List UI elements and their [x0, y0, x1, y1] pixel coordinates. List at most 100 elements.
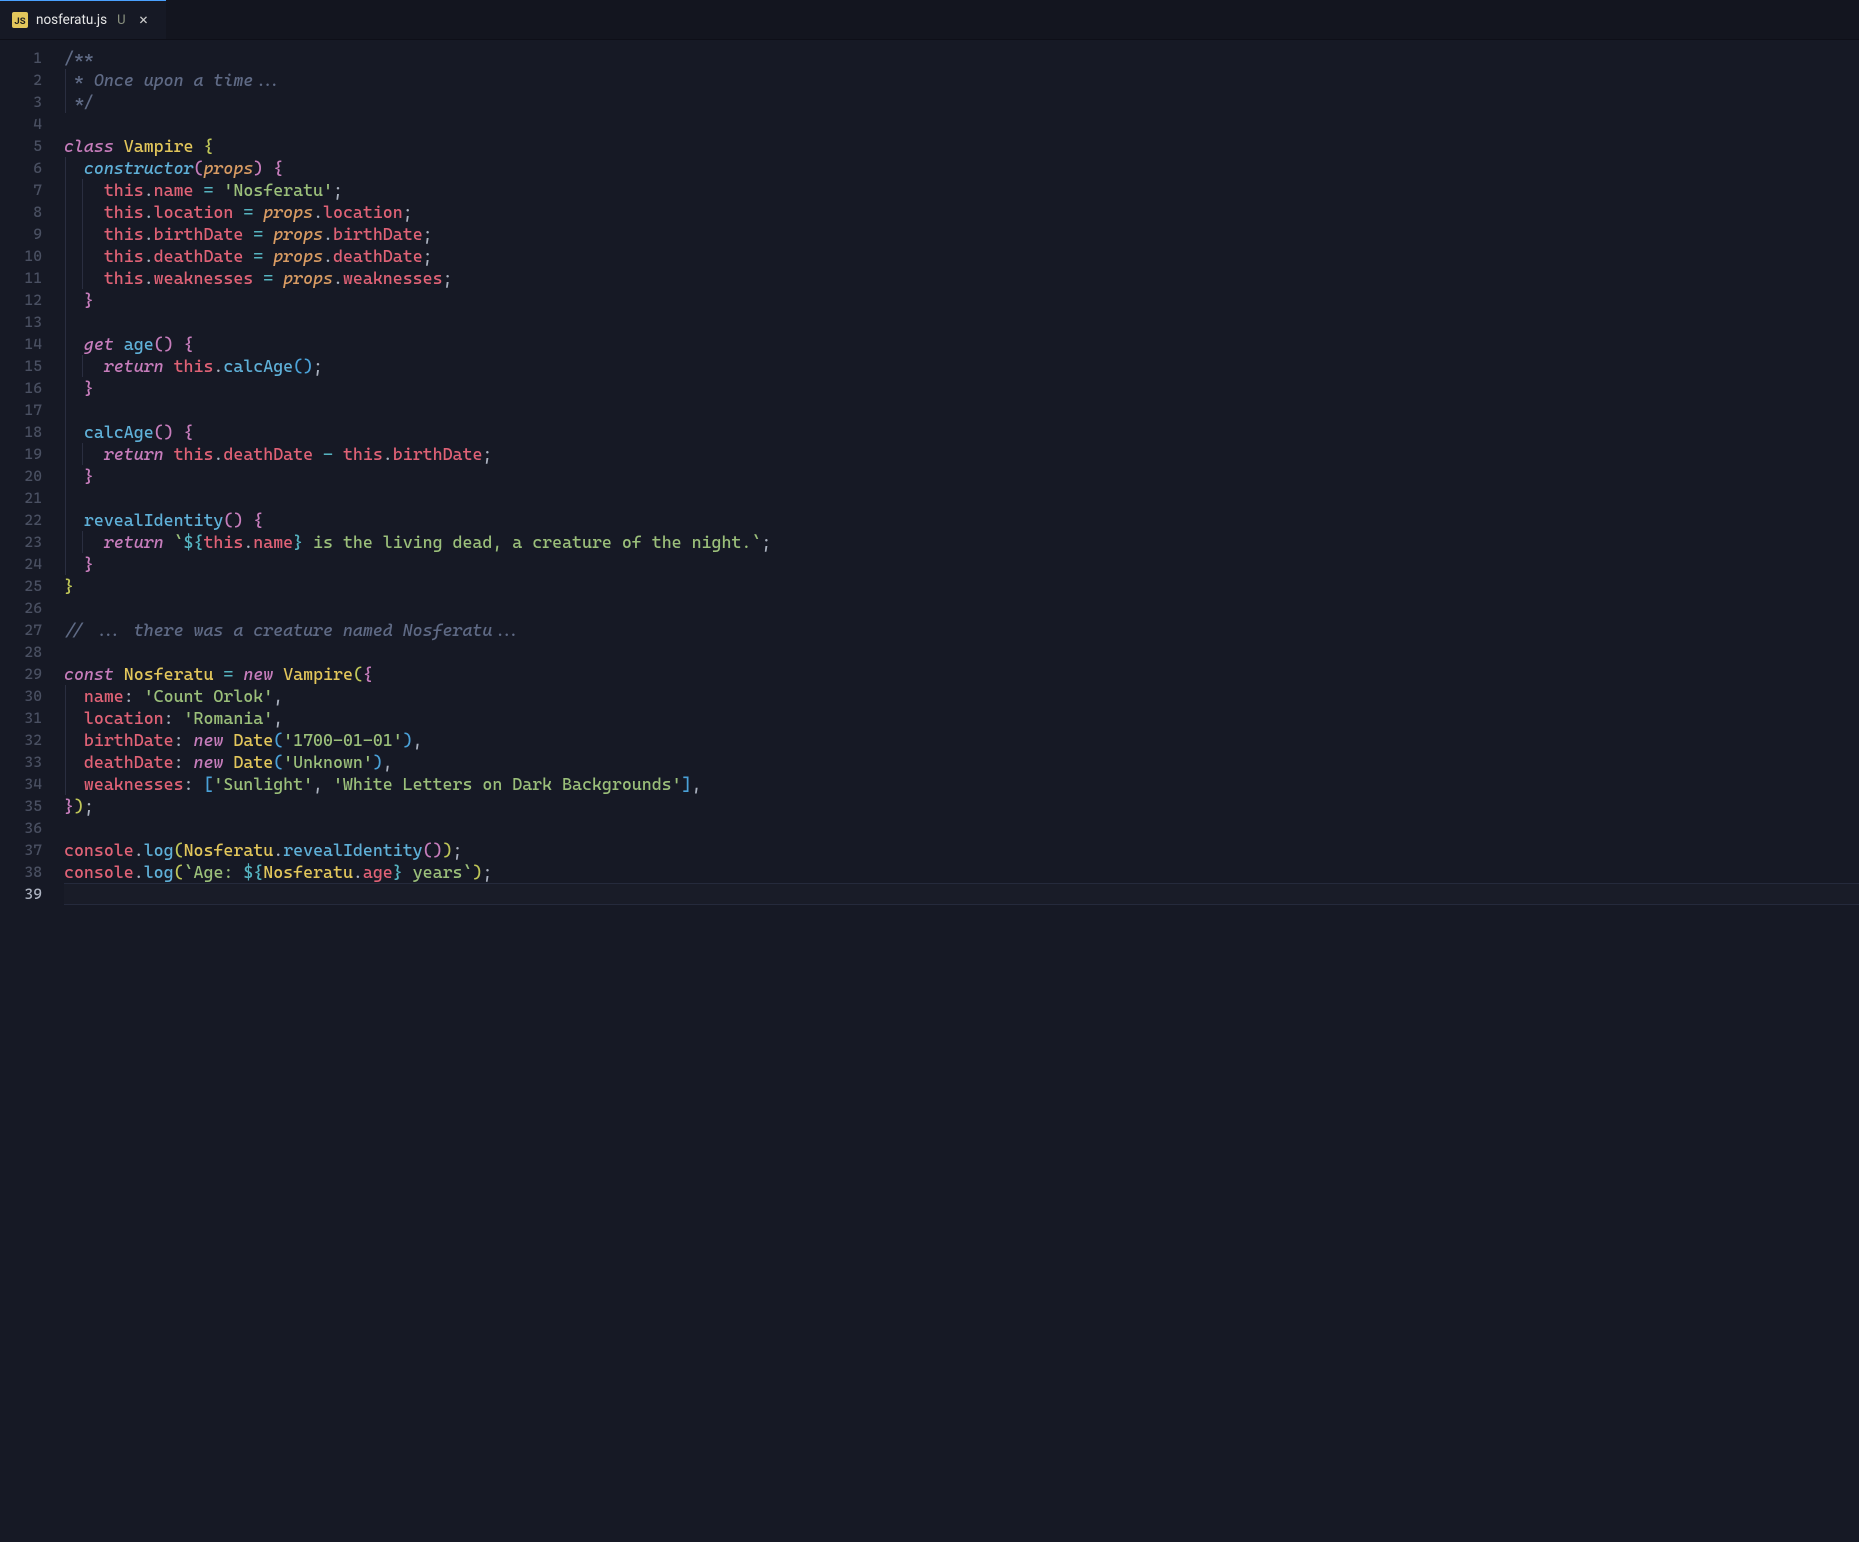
code-line[interactable]: this.weaknesses = props.weaknesses;	[64, 267, 1859, 289]
code-line[interactable]	[64, 399, 1859, 421]
param: props	[273, 224, 323, 244]
string: '1700-01-01'	[283, 730, 403, 750]
code-line[interactable]	[64, 641, 1859, 663]
code-line[interactable]: console.log(`Age: ${Nosferatu.age} years…	[64, 861, 1859, 883]
class-name: Date	[233, 752, 273, 772]
code-line[interactable]: this.name = 'Nosferatu';	[64, 179, 1859, 201]
string: 'Count Orlok'	[144, 686, 274, 706]
templ-open: ${	[184, 532, 204, 552]
code-line[interactable]	[64, 597, 1859, 619]
code-line[interactable]: /**	[64, 47, 1859, 69]
code-line[interactable]	[64, 311, 1859, 333]
keyword: return	[104, 444, 164, 464]
code-line[interactable]: const Nosferatu = new Vampire({	[64, 663, 1859, 685]
line-number: 1	[0, 47, 42, 69]
code-line[interactable]: revealIdentity() {	[64, 509, 1859, 531]
line-number: 8	[0, 201, 42, 223]
tab-bar: JS nosferatu.js U ×	[0, 0, 1859, 40]
this: this	[104, 202, 144, 222]
obj-key: deathDate	[84, 752, 174, 772]
comment: Once upon a time...	[94, 70, 283, 90]
code-line[interactable]: }	[64, 575, 1859, 597]
line-number: 23	[0, 531, 42, 553]
code-line[interactable]: class Vampire {	[64, 135, 1859, 157]
code-line[interactable]: this.birthDate = props.birthDate;	[64, 223, 1859, 245]
line-number-gutter: 1234567891011121314151617181920212223242…	[0, 47, 64, 1542]
line-number: 20	[0, 465, 42, 487]
line-number: 21	[0, 487, 42, 509]
string: 'Romania'	[184, 708, 274, 728]
line-number: 18	[0, 421, 42, 443]
code-line[interactable]: this.location = props.location;	[64, 201, 1859, 223]
prop: birthDate	[154, 224, 244, 244]
tab-modified-marker: U	[117, 13, 125, 28]
code-line[interactable]: }	[64, 553, 1859, 575]
line-number: 6	[0, 157, 42, 179]
class-name: Date	[233, 730, 273, 750]
line-number: 10	[0, 245, 42, 267]
code-line[interactable]	[64, 113, 1859, 135]
close-icon[interactable]: ×	[136, 12, 152, 28]
method-call: revealIdentity	[283, 840, 422, 860]
code-line[interactable]: }	[64, 289, 1859, 311]
code-line[interactable]	[64, 883, 1859, 905]
line-number: 29	[0, 663, 42, 685]
this: this	[104, 224, 144, 244]
code-area[interactable]: /** * Once upon a time... */ class Vampi…	[64, 47, 1859, 1542]
code-line[interactable]: console.log(Nosferatu.revealIdentity());	[64, 839, 1859, 861]
code-line[interactable]: name: 'Count Orlok',	[64, 685, 1859, 707]
method-call: log	[144, 862, 174, 882]
line-number: 4	[0, 113, 42, 135]
code-line[interactable]: });	[64, 795, 1859, 817]
code-line[interactable]: this.deathDate = props.deathDate;	[64, 245, 1859, 267]
code-line[interactable]: weaknesses: ['Sunlight', 'White Letters …	[64, 773, 1859, 795]
js-file-icon: JS	[12, 12, 28, 28]
method-name: calcAge	[84, 422, 154, 442]
param: props	[273, 246, 323, 266]
prop: deathDate	[333, 246, 423, 266]
keyword: return	[104, 532, 164, 552]
code-line[interactable]: birthDate: new Date('1700-01-01'),	[64, 729, 1859, 751]
obj-key: weaknesses	[84, 774, 184, 794]
obj-key: birthDate	[84, 730, 174, 750]
line-number: 7	[0, 179, 42, 201]
comment: /**	[64, 48, 94, 68]
ident: Nosferatu	[263, 862, 353, 882]
line-number: 39	[0, 883, 42, 905]
code-line[interactable]: return this.calcAge();	[64, 355, 1859, 377]
code-line[interactable]: // ... there was a creature named Nosfer…	[64, 619, 1859, 641]
code-line[interactable]	[64, 817, 1859, 839]
prop: location	[323, 202, 403, 222]
const-name: Nosferatu	[124, 664, 214, 684]
code-line[interactable]: return this.deathDate - this.birthDate;	[64, 443, 1859, 465]
code-line[interactable]: }	[64, 465, 1859, 487]
line-number: 14	[0, 333, 42, 355]
code-line[interactable]: constructor(props) {	[64, 157, 1859, 179]
keyword: new	[243, 664, 273, 684]
comment: // ... there was a creature named Nosfer…	[64, 620, 522, 640]
code-line[interactable]: }	[64, 377, 1859, 399]
this: this	[343, 444, 383, 464]
string: 'Unknown'	[283, 752, 373, 772]
code-line[interactable]: location: 'Romania',	[64, 707, 1859, 729]
code-line[interactable]: return `${this.name} is the living dead,…	[64, 531, 1859, 553]
code-line[interactable]: * Once upon a time...	[64, 69, 1859, 91]
line-number: 16	[0, 377, 42, 399]
line-number: 28	[0, 641, 42, 663]
tab-filename: nosferatu.js	[36, 12, 107, 28]
prop: name	[253, 532, 293, 552]
line-number: 2	[0, 69, 42, 91]
code-line[interactable]: deathDate: new Date('Unknown'),	[64, 751, 1859, 773]
ident: console	[64, 862, 134, 882]
string: `Age:	[184, 862, 244, 882]
tab-nosferatu[interactable]: JS nosferatu.js U ×	[0, 0, 166, 39]
code-line[interactable]: get age() {	[64, 333, 1859, 355]
line-number: 12	[0, 289, 42, 311]
code-line[interactable]	[64, 487, 1859, 509]
templ-open: ${	[243, 862, 263, 882]
class-name: Vampire	[283, 664, 353, 684]
code-line[interactable]: */	[64, 91, 1859, 113]
keyword: return	[104, 356, 164, 376]
editor[interactable]: 1234567891011121314151617181920212223242…	[0, 40, 1859, 1542]
code-line[interactable]: calcAge() {	[64, 421, 1859, 443]
